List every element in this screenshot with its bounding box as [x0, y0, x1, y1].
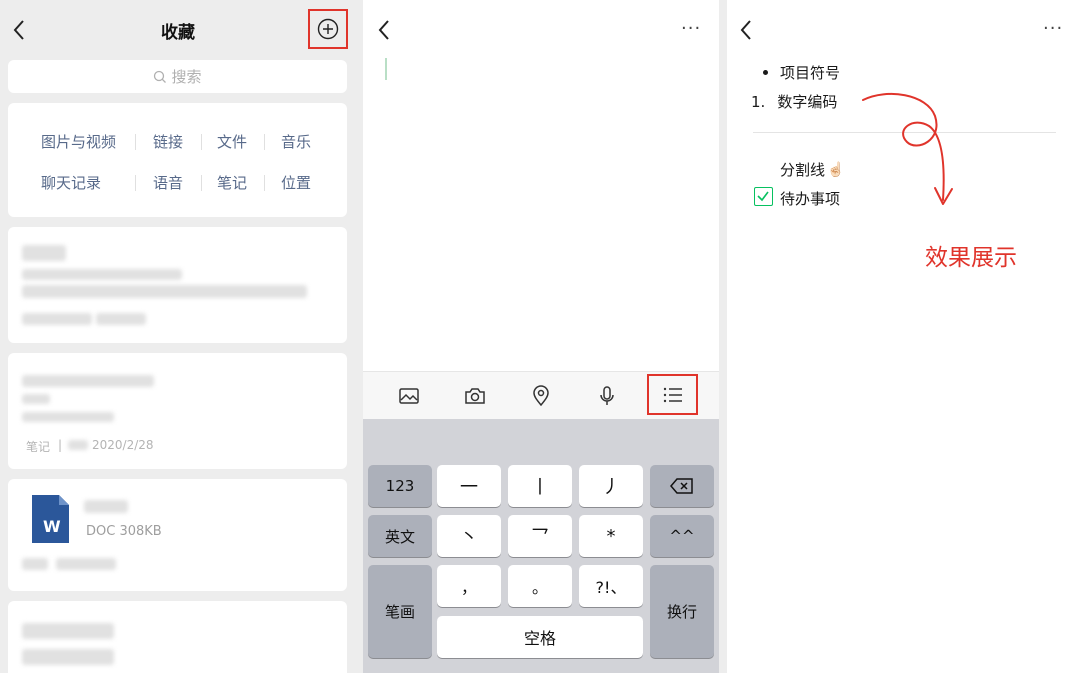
- blurred-meta: [22, 313, 92, 325]
- blurred-filename: [84, 500, 128, 513]
- blurred-text: [22, 269, 182, 280]
- category-voice[interactable]: 语音: [153, 172, 183, 193]
- search-icon: [154, 70, 167, 83]
- blurred-meta: [56, 558, 116, 570]
- key-stroke-shu[interactable]: 丨: [508, 465, 572, 507]
- search-placeholder: 搜索: [171, 68, 202, 86]
- file-meta: DOC 308KB: [86, 524, 162, 539]
- pointing-up-icon: ☝🏻: [827, 161, 845, 178]
- key-english[interactable]: 英文: [368, 515, 432, 557]
- category-music[interactable]: 音乐: [281, 131, 311, 152]
- key-stroke-mode[interactable]: 笔画: [368, 565, 432, 658]
- collections-panel: 收藏 搜索 图片与视频 链接 文件 音乐 聊天记录 语音 笔记 位置 笔记 | …: [0, 0, 356, 673]
- backspace-icon: [670, 478, 693, 494]
- blurred-title: [22, 623, 114, 639]
- collection-item[interactable]: [8, 601, 347, 673]
- numbered-list-item: 1. 数字编码: [751, 91, 837, 112]
- more-icon[interactable]: ···: [681, 18, 701, 39]
- key-enter[interactable]: 换行: [650, 565, 714, 658]
- divider: [135, 175, 136, 191]
- location-icon[interactable]: [529, 384, 553, 408]
- microphone-icon[interactable]: [595, 384, 619, 408]
- panel-gap: [356, 0, 363, 673]
- category-links[interactable]: 链接: [153, 131, 183, 152]
- divider: [201, 134, 202, 150]
- blurred-text: [22, 649, 114, 665]
- search-input[interactable]: 搜索: [8, 60, 347, 93]
- key-period[interactable]: 。: [508, 565, 572, 607]
- category-files[interactable]: 文件: [217, 131, 247, 152]
- blurred-meta: [96, 313, 146, 325]
- blurred-source: [68, 440, 88, 450]
- collection-item-file[interactable]: W DOC 308KB: [8, 479, 347, 591]
- bullet-marker: [763, 70, 768, 75]
- add-button[interactable]: [308, 9, 348, 49]
- category-photos-videos[interactable]: 图片与视频: [41, 131, 116, 152]
- key-stroke-zhe[interactable]: 乛: [508, 515, 572, 557]
- note-editor-panel: ··· 123 一 丨 丿 英文 丶 乛 * ^^ 笔画 ， 。 ?!、 换行 …: [363, 0, 719, 673]
- backspace-key[interactable]: [650, 465, 714, 507]
- key-wildcard[interactable]: *: [579, 515, 643, 557]
- divider: [264, 175, 265, 191]
- item-type-label: 笔记: [26, 440, 51, 454]
- back-icon[interactable]: [739, 18, 753, 42]
- text-cursor[interactable]: [385, 58, 387, 80]
- todo-text: 待办事项: [780, 190, 841, 208]
- blurred-text: [22, 412, 114, 422]
- blurred-text: [22, 394, 50, 404]
- editor-toolbar: [363, 371, 719, 419]
- blurred-title: [22, 375, 154, 387]
- meta-separator: |: [58, 438, 63, 452]
- list-icon: [663, 387, 682, 402]
- category-grid: 图片与视频 链接 文件 音乐 聊天记录 语音 笔记 位置: [8, 103, 347, 217]
- blurred-title: [22, 245, 66, 261]
- category-location[interactable]: 位置: [281, 172, 311, 193]
- collection-item-note[interactable]: 笔记 | 2020/2/28: [8, 353, 347, 469]
- panel-gap: [719, 0, 727, 673]
- note-preview-panel: ··· 项目符号 1. 数字编码 分割线 ☝🏻 待办事项 效果展示: [727, 0, 1080, 673]
- checkmark-icon: [757, 191, 769, 202]
- divider-label-row: 分割线 ☝🏻: [780, 159, 844, 180]
- divider: [264, 134, 265, 150]
- divider: [201, 175, 202, 191]
- screenshot-composite: 收藏 搜索 图片与视频 链接 文件 音乐 聊天记录 语音 笔记 位置 笔记 | …: [0, 0, 1080, 673]
- blurred-meta: [22, 558, 48, 570]
- stroke-keyboard: 123 一 丨 丿 英文 丶 乛 * ^^ 笔画 ， 。 ?!、 换行 空格: [363, 419, 719, 673]
- image-icon[interactable]: [397, 384, 421, 408]
- todo-checkbox[interactable]: [754, 187, 773, 206]
- divider-label: 分割线: [780, 161, 826, 179]
- page-title: 收藏: [161, 23, 195, 43]
- key-stroke-heng[interactable]: 一: [437, 465, 501, 507]
- key-123[interactable]: 123: [368, 465, 432, 507]
- list-format-button[interactable]: [647, 374, 698, 415]
- key-stroke-dian[interactable]: 丶: [437, 515, 501, 557]
- key-comma[interactable]: ，: [437, 565, 501, 607]
- plus-circle-icon: [317, 18, 339, 40]
- word-letter: W: [43, 517, 61, 536]
- key-stroke-pie[interactable]: 丿: [579, 465, 643, 507]
- category-chat-history[interactable]: 聊天记录: [41, 172, 101, 193]
- item-date: 2020/2/28: [92, 438, 154, 452]
- more-icon[interactable]: ···: [1043, 18, 1063, 39]
- numbered-text: 数字编码: [777, 93, 838, 111]
- collection-item[interactable]: [8, 227, 347, 343]
- divider: [135, 134, 136, 150]
- blurred-text: [22, 285, 307, 298]
- camera-icon[interactable]: [463, 384, 487, 408]
- annotation-arrow: [862, 93, 953, 205]
- key-emoticon[interactable]: ^^: [650, 515, 714, 557]
- key-space[interactable]: 空格: [437, 616, 643, 658]
- number-marker: 1.: [751, 92, 766, 111]
- bullet-list-item: 项目符号: [763, 62, 840, 83]
- back-icon[interactable]: [377, 18, 391, 42]
- category-notes[interactable]: 笔记: [217, 172, 247, 193]
- annotation-text: 效果展示: [925, 245, 1017, 271]
- bullet-text: 项目符号: [780, 64, 841, 82]
- key-punctuation[interactable]: ?!、: [579, 565, 643, 607]
- todo-item: 待办事项: [780, 188, 840, 209]
